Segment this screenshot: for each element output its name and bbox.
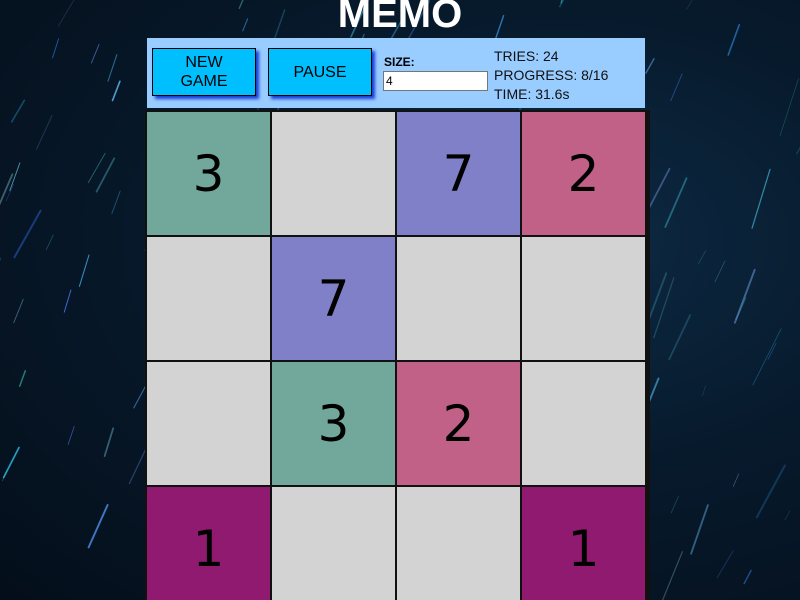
new-game-button[interactable]: NEW GAME: [152, 48, 256, 96]
card-hidden[interactable]: [522, 237, 645, 360]
toolbar: NEW GAME PAUSE SIZE: TRIES: 24 PROGRESS:…: [147, 38, 645, 108]
size-input[interactable]: [383, 71, 488, 91]
game-title: MEMO: [337, 0, 463, 36]
card-hidden[interactable]: [397, 487, 520, 600]
card-revealed[interactable]: 1: [147, 487, 270, 600]
card-revealed[interactable]: 3: [272, 362, 395, 485]
card-revealed[interactable]: 2: [397, 362, 520, 485]
card-revealed[interactable]: 7: [272, 237, 395, 360]
card-revealed[interactable]: 7: [397, 112, 520, 235]
card-hidden[interactable]: [147, 237, 270, 360]
card-hidden[interactable]: [272, 487, 395, 600]
tries-counter: TRIES: 24: [494, 48, 559, 64]
card-hidden[interactable]: [522, 362, 645, 485]
card-grid: 37273211: [145, 110, 650, 600]
card-hidden[interactable]: [397, 237, 520, 360]
size-label: SIZE:: [384, 55, 415, 69]
time-counter: TIME: 31.6s: [494, 86, 570, 102]
card-revealed[interactable]: 2: [522, 112, 645, 235]
card-revealed[interactable]: 1: [522, 487, 645, 600]
progress-counter: PROGRESS: 8/16: [494, 67, 609, 83]
card-hidden[interactable]: [272, 112, 395, 235]
pause-button[interactable]: PAUSE: [268, 48, 372, 96]
card-hidden[interactable]: [147, 362, 270, 485]
card-revealed[interactable]: 3: [147, 112, 270, 235]
